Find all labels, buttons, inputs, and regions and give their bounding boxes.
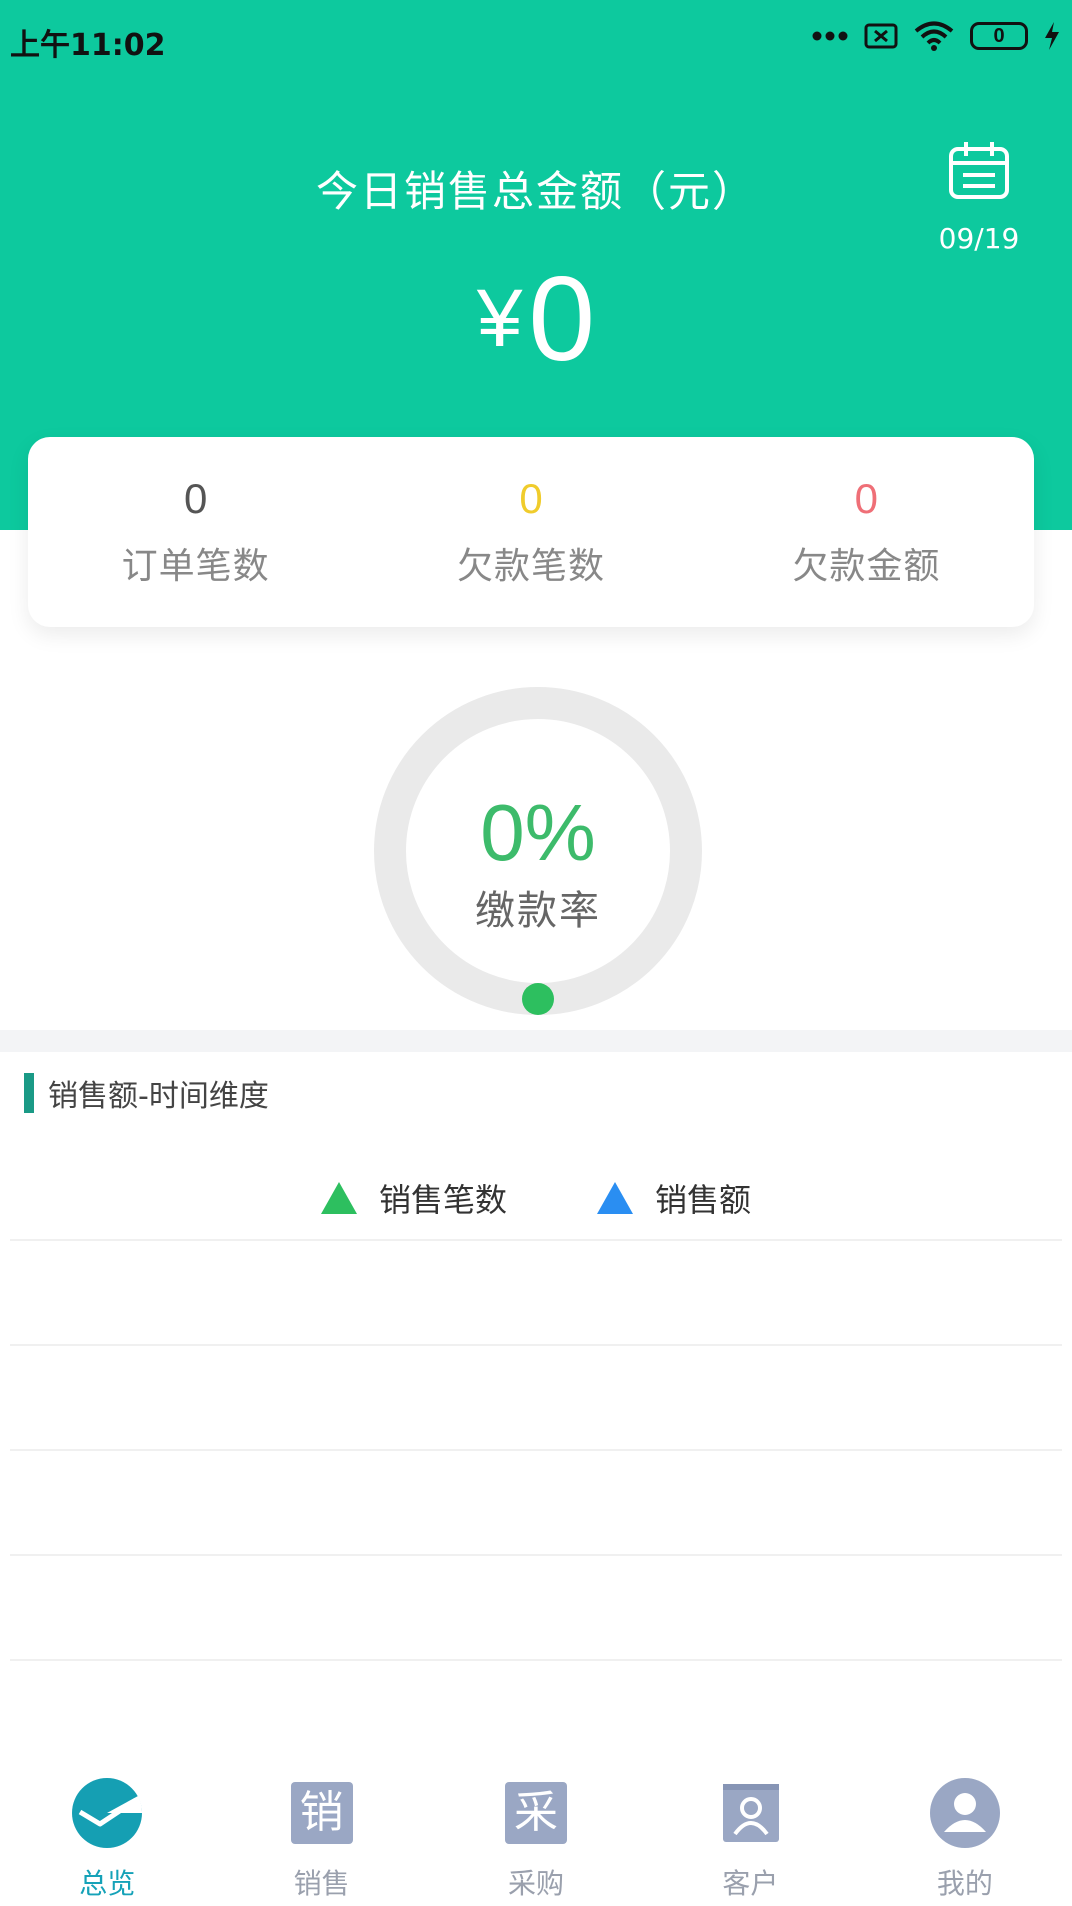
user-avatar-icon [929,1778,1000,1848]
nav-label: 我的 [936,1867,993,1900]
nav-label: 客户 [722,1867,779,1900]
nav-icon-wrap [711,1774,789,1852]
ring-progress-dot [522,983,554,1015]
triangle-icon [597,1182,633,1214]
stat-label: 订单笔数 [121,546,270,587]
section-heading: 销售额-时间维度 [24,1073,269,1114]
stat-debt-amount[interactable]: 0 欠款金额 [699,475,1034,589]
app-screen: 上午11:02 0 今日销售总金额（元） ¥0 09/19 0 订单笔数 0 欠… [0,0,1072,1906]
nav-sales[interactable]: 销 销售 [214,1744,428,1906]
battery-level: 0 [993,24,1005,47]
no-sim-icon [864,23,898,49]
contacts-book-icon [723,1784,780,1842]
nav-purchase[interactable]: 采 采购 [429,1744,643,1906]
stat-debt-count[interactable]: 0 欠款笔数 [363,475,698,589]
selected-date: 09/19 [938,222,1020,255]
chart-legend: 销售笔数 销售额 [0,1175,1072,1221]
status-time: 上午11:02 [10,28,166,63]
legend-item-sales-amount[interactable]: 销售额 [597,1175,751,1221]
charging-bolt-icon [1045,22,1059,50]
ring-center: 0% 缴款率 [372,790,704,936]
nav-mine[interactable]: 我的 [858,1744,1072,1906]
payment-rate-ring: 0% 缴款率 [372,685,704,1017]
nav-icon-wrap: 采 [497,1774,575,1852]
pie-chart-icon [72,1778,143,1848]
section-divider [0,1030,1072,1052]
nav-icon-wrap [68,1774,146,1852]
status-bar: 上午11:02 0 [0,0,1072,84]
nav-label: 销售 [293,1867,350,1900]
nav-icon-wrap [926,1774,1004,1852]
stat-value: 0 [183,475,208,522]
more-dots-icon [812,31,848,41]
payment-rate-label: 缴款率 [475,888,601,934]
purchase-tile-icon: 采 [505,1782,568,1844]
stat-value: 0 [519,475,543,522]
triangle-icon [320,1182,357,1214]
bottom-nav: 总览 销 销售 采 采购 客户 我的 [0,1744,1072,1906]
today-sales-amount: ¥0 [0,250,1072,388]
stats-card: 0 订单笔数 0 欠款笔数 0 欠款金额 [28,437,1034,627]
section-title: 销售额-时间维度 [48,1079,269,1114]
payment-rate-value: 0% [480,788,596,877]
status-icons: 0 [812,16,1060,56]
nav-icon-wrap: 销 [283,1774,361,1852]
currency-symbol: ¥ [476,273,523,364]
stat-label: 欠款笔数 [456,546,605,587]
section-accent-bar [24,1073,34,1113]
amount-value: 0 [528,252,596,386]
stat-order-count[interactable]: 0 订单笔数 [28,475,363,589]
calendar-icon [949,142,1009,199]
date-picker-button[interactable]: 09/19 [939,140,1019,260]
sales-tile-icon: 销 [290,1782,353,1844]
nav-label: 总览 [79,1867,136,1900]
wifi-icon [914,21,954,51]
nav-customers[interactable]: 客户 [643,1744,857,1906]
nav-overview[interactable]: 总览 [0,1744,214,1906]
legend-label: 销售笔数 [378,1181,507,1219]
legend-label: 销售额 [655,1181,752,1219]
today-sales-title: 今日销售总金额（元） [315,167,756,216]
legend-item-sales-count[interactable]: 销售笔数 [320,1175,507,1221]
chart-grid [10,1239,1062,1661]
battery-icon: 0 [970,22,1028,50]
stat-label: 欠款金额 [792,546,941,587]
nav-label: 采购 [508,1867,565,1900]
stat-value: 0 [854,475,878,522]
